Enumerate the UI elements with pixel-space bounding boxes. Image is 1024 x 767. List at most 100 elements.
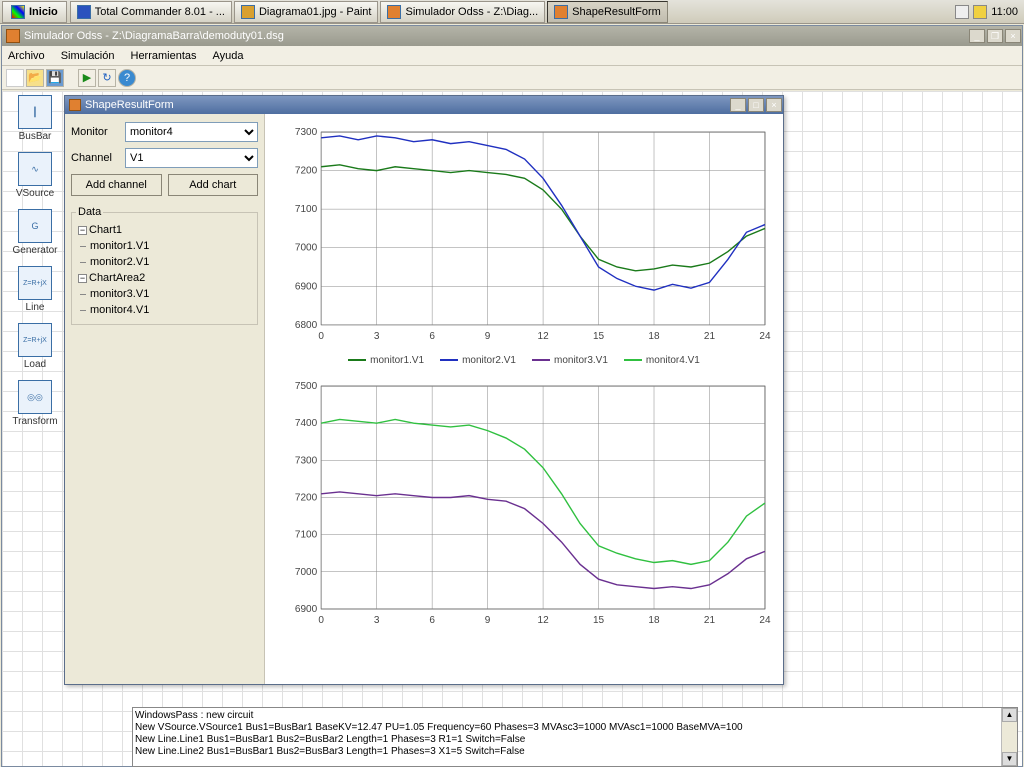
maximize-button[interactable]: ❐ (987, 29, 1003, 43)
data-tree[interactable]: −Chart1 monitor1.V1 monitor2.V1 −ChartAr… (76, 222, 253, 318)
menu-ayuda[interactable]: Ayuda (213, 50, 244, 62)
palette-vsource[interactable]: ∿ VSource (6, 152, 64, 199)
generator-icon: G (18, 209, 52, 243)
os-taskbar: Inicio Total Commander 8.01 - ... Diagra… (0, 0, 1024, 24)
chart-bottom: 0369121518212469007000710072007300740075… (273, 372, 775, 633)
svg-text:12: 12 (538, 615, 550, 626)
tray-icon[interactable] (973, 5, 987, 19)
taskbar-item-1[interactable]: Diagrama01.jpg - Paint (234, 1, 379, 23)
palette-line[interactable]: Z=R+jXLine (6, 266, 64, 313)
vsource-icon: ∿ (18, 152, 52, 186)
start-button[interactable]: Inicio (2, 1, 67, 23)
minimize-button[interactable]: _ (730, 98, 746, 112)
transformer-icon: ◎◎ (18, 380, 52, 414)
chart-top: 03691215182124680069007000710072007300 (273, 118, 775, 349)
log-scrollbar[interactable]: ▲ ▼ (1001, 708, 1017, 766)
taskbar-item-label: Diagrama01.jpg - Paint (259, 6, 372, 18)
palette-label: VSource (16, 188, 54, 199)
save-icon[interactable]: 💾 (46, 69, 64, 87)
open-icon[interactable]: 📂 (26, 69, 44, 87)
taskbar-item-label: Total Commander 8.01 - ... (95, 6, 225, 18)
svg-text:12: 12 (538, 331, 550, 342)
main-title: Simulador Odss - Z:\DiagramaBarra\demodu… (24, 30, 284, 42)
svg-text:18: 18 (648, 615, 660, 626)
collapse-icon[interactable]: − (78, 226, 87, 235)
log-line: New VSource.VSource1 Bus1=BusBar1 BaseKV… (135, 722, 1015, 734)
palette-label: BusBar (19, 131, 52, 142)
menu-herramientas[interactable]: Herramientas (131, 50, 197, 62)
svg-text:7400: 7400 (295, 418, 318, 429)
svg-text:6: 6 (429, 615, 435, 626)
svg-text:7500: 7500 (295, 381, 318, 392)
tree-node-m1v1[interactable]: monitor1.V1 (76, 238, 253, 254)
clock-text: 11:00 (991, 6, 1018, 18)
svg-text:21: 21 (704, 331, 716, 342)
minimize-button[interactable]: _ (969, 29, 985, 43)
data-fieldset: Data −Chart1 monitor1.V1 monitor2.V1 −Ch… (71, 206, 258, 325)
menubar: Archivo Simulación Herramientas Ayuda (2, 46, 1022, 66)
collapse-icon[interactable]: − (78, 274, 87, 283)
tree-node-m3v1[interactable]: monitor3.V1 (76, 286, 253, 302)
svg-text:6800: 6800 (295, 320, 318, 331)
monitor-label: Monitor (71, 126, 119, 138)
svg-text:7300: 7300 (295, 127, 318, 138)
log-line: New Line.Line1 Bus1=BusBar1 Bus2=BusBar2… (135, 734, 1015, 746)
run-icon[interactable]: ▶ (78, 69, 96, 87)
palette-label: Load (24, 359, 46, 370)
palette-label: Generator (12, 245, 57, 256)
taskbar-item-2[interactable]: Simulador Odss - Z:\Diag... (380, 1, 545, 23)
tree-label: ChartArea2 (89, 272, 145, 284)
form-icon (554, 5, 568, 19)
app-icon (387, 5, 401, 19)
svg-text:24: 24 (759, 615, 771, 626)
chart-panel: 03691215182124680069007000710072007300 m… (265, 114, 783, 684)
help-icon[interactable]: ? (118, 69, 136, 87)
log-panel[interactable]: WindowsPass : new circuit New VSource.VS… (132, 707, 1018, 767)
channel-select[interactable]: V1 (125, 148, 258, 168)
toolbar: ▫ 📂 💾 ▶ ↻ ? (2, 66, 1022, 90)
add-channel-button[interactable]: Add channel (71, 174, 162, 196)
palette-load[interactable]: Z=R+jX Load (6, 323, 64, 370)
tree-node-chartarea2[interactable]: −ChartArea2 (76, 270, 253, 286)
close-button[interactable]: × (1005, 29, 1021, 43)
app-icon (6, 29, 20, 43)
maximize-button[interactable]: □ (748, 98, 764, 112)
tree-node-chart1[interactable]: −Chart1 (76, 222, 253, 238)
taskbar-item-0[interactable]: Total Commander 8.01 - ... (70, 1, 232, 23)
app-icon (77, 5, 91, 19)
tree-label: monitor3.V1 (90, 288, 149, 300)
svg-text:3: 3 (374, 615, 380, 626)
form-icon (69, 99, 81, 111)
palette-label: Transform (12, 416, 57, 427)
tray-icon[interactable] (955, 5, 969, 19)
svg-text:6900: 6900 (295, 604, 318, 615)
load-icon: Z=R+jX (18, 323, 52, 357)
svg-text:7200: 7200 (295, 492, 318, 503)
scroll-up-icon[interactable]: ▲ (1002, 708, 1017, 722)
tree-node-m2v1[interactable]: monitor2.V1 (76, 254, 253, 270)
monitor-select[interactable]: monitor4 (125, 122, 258, 142)
svg-text:6: 6 (429, 331, 435, 342)
palette-transform[interactable]: ◎◎ Transform (6, 380, 64, 427)
close-button[interactable]: × (766, 98, 782, 112)
child-titlebar[interactable]: ShapeResultForm _ □ × (65, 96, 783, 114)
taskbar-item-label: Simulador Odss - Z:\Diag... (405, 6, 538, 18)
svg-text:7100: 7100 (295, 530, 318, 541)
palette-label: Line (26, 302, 45, 313)
window-controls: _ ❐ × (968, 28, 1022, 44)
palette-generator[interactable]: G Generator (6, 209, 64, 256)
legend-item: monitor4.V1 (624, 355, 700, 366)
add-chart-button[interactable]: Add chart (168, 174, 259, 196)
taskbar-item-3[interactable]: ShapeResultForm (547, 1, 668, 23)
palette-busbar[interactable]: ┃BusBar (6, 95, 64, 142)
tree-node-m4v1[interactable]: monitor4.V1 (76, 302, 253, 318)
new-icon[interactable]: ▫ (6, 69, 24, 87)
tree-label: monitor1.V1 (90, 240, 149, 252)
menu-archivo[interactable]: Archivo (8, 50, 45, 62)
scroll-down-icon[interactable]: ▼ (1002, 752, 1017, 766)
palette: ┃BusBar ∿VSource GGenerator Z=R+jXLine Z… (6, 95, 64, 437)
refresh-icon[interactable]: ↻ (98, 69, 116, 87)
svg-text:24: 24 (759, 331, 771, 342)
menu-simulacion[interactable]: Simulación (61, 50, 115, 62)
main-titlebar[interactable]: Simulador Odss - Z:\DiagramaBarra\demodu… (2, 26, 1022, 46)
